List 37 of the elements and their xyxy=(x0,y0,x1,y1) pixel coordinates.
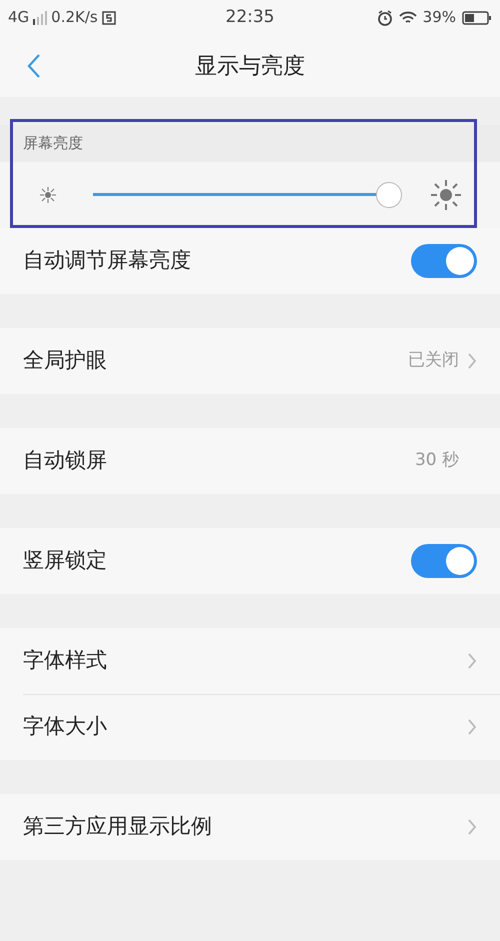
row-value: 已关闭 xyxy=(408,349,459,372)
signal-icon xyxy=(33,10,48,24)
row-label: 字体样式 xyxy=(23,647,108,674)
row-label: 字体大小 xyxy=(23,713,108,740)
network-speed: 0.2K/s xyxy=(51,7,98,28)
back-icon xyxy=(27,53,41,79)
toggle-switch[interactable] xyxy=(411,244,477,278)
toggle-switch[interactable] xyxy=(411,544,477,578)
row-value: 30 秒 xyxy=(414,449,459,472)
row-label: 自动调节屏幕亮度 xyxy=(23,247,192,274)
dim-sun-icon xyxy=(38,185,58,205)
section-label: 屏幕亮度 xyxy=(23,133,83,154)
settings-row[interactable]: 自动锁屏 30 秒 xyxy=(0,428,500,494)
row-label: 自动锁屏 xyxy=(23,447,108,474)
settings-row[interactable]: 竖屏锁定 xyxy=(0,528,500,594)
chevron-icon xyxy=(467,352,477,370)
chevron-icon xyxy=(467,718,477,736)
row-label: 竖屏锁定 xyxy=(23,547,108,574)
chevron-icon xyxy=(467,652,477,670)
settings-row[interactable]: 字体样式 xyxy=(0,628,500,694)
row-label: 第三方应用显示比例 xyxy=(23,813,213,840)
settings-row[interactable]: 第三方应用显示比例 xyxy=(0,794,500,860)
network-label: 4G xyxy=(8,7,30,28)
row-label: 全局护眼 xyxy=(23,347,108,374)
battery-icon xyxy=(462,10,492,24)
settings-row[interactable]: 自动调节屏幕亮度 xyxy=(0,228,500,294)
page-title: 显示与亮度 xyxy=(195,52,305,80)
settings-row[interactable]: 字体大小 xyxy=(0,694,500,760)
chevron-icon xyxy=(467,818,477,836)
wifi-icon xyxy=(398,10,417,24)
battery-percent: 39% xyxy=(422,7,456,28)
settings-row[interactable]: 全局护眼 已关闭 xyxy=(0,328,500,394)
alarm-icon xyxy=(376,10,393,26)
slider-thumb[interactable] xyxy=(376,182,402,208)
clock-time: 22:35 xyxy=(226,6,274,29)
bright-sun-icon xyxy=(430,179,462,211)
sim-icon xyxy=(102,10,116,24)
